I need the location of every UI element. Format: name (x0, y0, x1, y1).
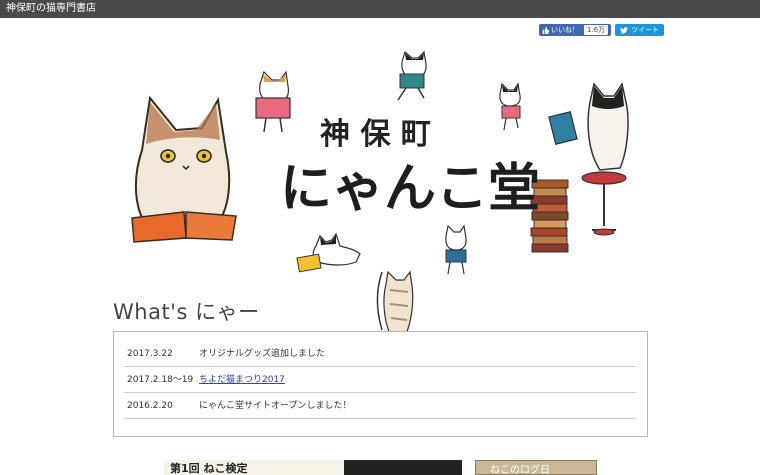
logo-line2: にゃんこ堂 (280, 158, 540, 219)
news-item: 2016.2.20 にゃんこ堂サイトオープンしました！ (124, 394, 636, 419)
hero-illustration: 神 保 町 にゃんこ堂 (131, 50, 629, 335)
news-text: にゃんこ堂サイトオープンしました！ (199, 401, 352, 411)
news-heading: What's にゃー (113, 300, 260, 324)
thumbs-up-icon (542, 26, 549, 34)
cat-center-bottom-illustration (445, 224, 467, 275)
logo-line1: 神 保 町 (320, 117, 431, 152)
site-title[interactable]: 神保町の猫専門書店 (6, 2, 96, 16)
news-date: 2016.2.20 (127, 401, 173, 411)
cat-lying-yellow-book-illustration (296, 232, 361, 273)
top-bar: 神保町の猫専門書店 (0, 0, 760, 18)
like-label: いいね！ (551, 26, 579, 34)
big-cat-reading-illustration (131, 95, 237, 243)
news-text: オリジナルグッズ追加しました (199, 349, 326, 359)
cat-teal-book-illustration (397, 50, 427, 101)
news-item: 2017.2.18〜19 ちよだ猫まつり2017 (124, 368, 636, 393)
news-box: 2017.3.22 オリジナルグッズ追加しました 2017.2.18〜19 ちよ… (113, 331, 648, 437)
twitter-bird-icon (620, 26, 629, 34)
neko-kentei-banner[interactable]: 第1回 ねこ検定 (164, 460, 462, 475)
facebook-like-button[interactable]: いいね！ 1.6万 (539, 24, 612, 36)
news-date: 2017.3.22 (127, 349, 173, 359)
social-buttons: いいね！ 1.6万 ツイート (539, 24, 665, 36)
standing-cat-illustration (376, 270, 414, 335)
tweet-button[interactable]: ツイート (615, 24, 665, 36)
cat-on-stool-illustration (530, 82, 629, 253)
news-date: 2017.2.18〜19 (127, 375, 194, 385)
cat-small-top-right-illustration (499, 82, 521, 131)
neko-kentei-banner-text: 第1回 ねこ検定 (170, 462, 248, 475)
news-item: 2017.3.22 オリジナルグッズ追加しました (124, 342, 636, 367)
neko-log-banner[interactable]: ねこのログ日 (475, 460, 597, 475)
tweet-label: ツイート (631, 26, 660, 34)
neko-log-banner-text: ねこのログ日 (490, 465, 550, 475)
cat-pink-book-illustration (255, 70, 291, 133)
like-count: 1.6万 (584, 25, 609, 35)
news-link[interactable]: ちよだ猫まつり2017 (199, 368, 285, 393)
